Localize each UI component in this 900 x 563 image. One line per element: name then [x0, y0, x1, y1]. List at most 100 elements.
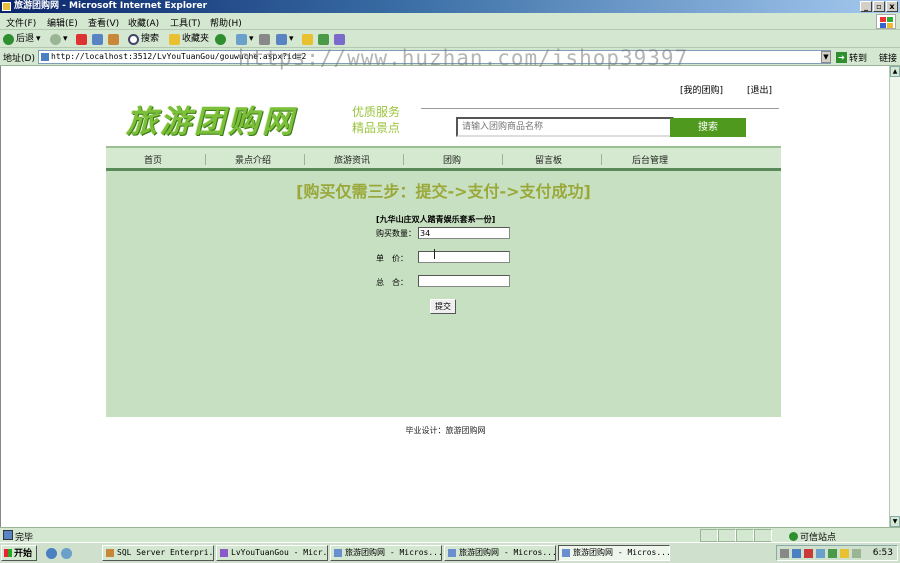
search-input[interactable] [456, 117, 674, 137]
scroll-down-button[interactable]: ▼ [890, 516, 900, 527]
desktop-quicklaunch-icon[interactable] [61, 548, 72, 559]
keyboard-icon[interactable] [780, 549, 789, 558]
task-ie-window-1[interactable]: 旅游团购网 - Micros... [330, 545, 442, 561]
menu-favorites[interactable]: 收藏(A) [128, 16, 159, 29]
media-button[interactable] [215, 33, 226, 45]
edit-icon [276, 33, 287, 45]
volume-icon[interactable] [852, 549, 861, 558]
site-header: [我的团购] [退出] 旅游团购网 优质服务 精品景点 搜索 [106, 66, 781, 146]
quantity-input[interactable] [418, 227, 510, 239]
update-icon[interactable] [840, 549, 849, 558]
ie-icon [2, 2, 11, 11]
ie-quicklaunch-icon[interactable] [46, 548, 57, 559]
minimize-button[interactable]: _ [860, 1, 872, 12]
go-label: 转到 [849, 54, 868, 64]
maximize-button[interactable]: ▫ [873, 1, 885, 12]
messenger-button[interactable] [318, 33, 329, 45]
vertical-scrollbar[interactable]: ▲ ▼ [889, 66, 900, 527]
back-button[interactable]: 后退 ▾ [3, 33, 41, 45]
site-slogan: 优质服务 精品景点 [352, 104, 400, 136]
menu-file[interactable]: 文件(F) [6, 16, 36, 29]
search-button[interactable]: 搜索 [128, 33, 159, 45]
start-button[interactable]: 开始 [1, 545, 37, 561]
site-logo[interactable]: 旅游团购网 [126, 96, 296, 141]
scroll-up-button[interactable]: ▲ [890, 66, 900, 77]
ie-icon [334, 549, 342, 557]
status-pane [754, 529, 772, 542]
toolbar: 后退 ▾ ▾ 搜索 收藏夹 ▾ ▾ [0, 30, 900, 48]
menu-help[interactable]: 帮助(H) [210, 16, 242, 29]
task-label: SQL Server Enterpri... [117, 548, 214, 557]
links-button[interactable]: 链接 [879, 51, 897, 64]
sql-server-icon [106, 549, 114, 557]
task-ie-window-2[interactable]: 旅游团购网 - Micros... [444, 545, 556, 561]
nav-attractions[interactable]: 景点介绍 [235, 153, 271, 166]
go-button[interactable]: ➔ 转到 [836, 51, 867, 64]
total-input[interactable] [418, 275, 510, 287]
nav-guestbook[interactable]: 留言板 [535, 153, 562, 166]
nav-home[interactable]: 首页 [144, 153, 162, 166]
start-label: 开始 [14, 549, 33, 559]
text-cursor-icon [434, 249, 440, 259]
product-title: [九华山庄双人踏青娱乐套系一份] [376, 215, 496, 224]
window-title-bar[interactable]: 旅游团购网 - Microsoft Internet Explorer _ ▫ … [0, 0, 900, 13]
unit-price-input[interactable] [418, 251, 510, 263]
nav-admin[interactable]: 后台管理 [632, 153, 668, 166]
favorites-button[interactable]: 收藏夹 [169, 33, 209, 45]
stop-icon [76, 33, 87, 45]
windows-flag-icon [4, 549, 12, 557]
home-button[interactable] [108, 33, 119, 45]
unit-price-label: 单 价： [376, 254, 408, 263]
my-group-link[interactable]: [我的团购] [680, 83, 723, 96]
main-nav: 首页 景点介绍 旅游资讯 团购 留言板 后台管理 [106, 146, 781, 171]
research-button[interactable] [334, 33, 345, 45]
address-label: 地址(D) [3, 54, 35, 64]
site-page: [我的团购] [退出] 旅游团购网 优质服务 精品景点 搜索 首页 景点介绍 旅… [106, 66, 781, 417]
menu-tools[interactable]: 工具(T) [170, 16, 201, 29]
refresh-icon [92, 33, 103, 45]
monitor-icon[interactable] [816, 549, 825, 558]
address-dropdown-button[interactable]: ▼ [821, 51, 831, 63]
chevron-down-icon: ▾ [289, 34, 294, 44]
messenger-icon [318, 33, 329, 45]
close-button[interactable]: x [886, 1, 898, 12]
logout-link[interactable]: [退出] [747, 83, 772, 96]
address-url: http://localhost:3512/LvYouTuanGou/gouwu… [51, 52, 307, 61]
refresh-button[interactable] [92, 33, 103, 45]
nav-divider [304, 154, 305, 165]
edit-button[interactable]: ▾ [276, 33, 294, 45]
status-pane [736, 529, 754, 542]
menu-edit[interactable]: 编辑(E) [47, 16, 78, 29]
go-arrow-icon: ➔ [836, 52, 847, 63]
task-ie-window-3[interactable]: 旅游团购网 - Micros... [558, 545, 670, 561]
clock[interactable]: 6:53 [873, 548, 893, 558]
address-bar: 地址(D) http://localhost:3512/LvYouTuanGou… [0, 48, 900, 66]
page-done-icon [3, 530, 13, 540]
address-input[interactable]: http://localhost:3512/LvYouTuanGou/gouwu… [38, 50, 831, 64]
home-icon [108, 33, 119, 45]
task-visual-studio[interactable]: LvYouTuanGou - Micr... [216, 545, 328, 561]
quantity-label: 购买数量： [376, 229, 416, 238]
history-button[interactable]: ▾ [236, 33, 254, 45]
discuss-button[interactable] [302, 33, 313, 45]
search-submit-button[interactable]: 搜索 [670, 118, 746, 137]
forward-button[interactable]: ▾ [50, 33, 68, 45]
network-icon[interactable] [792, 549, 801, 558]
task-sql-server[interactable]: SQL Server Enterpri... [102, 545, 214, 561]
print-button[interactable] [259, 33, 270, 45]
menu-view[interactable]: 查看(V) [88, 16, 119, 29]
nav-group-buy[interactable]: 团购 [443, 153, 461, 166]
security-icon[interactable] [804, 549, 813, 558]
chevron-down-icon: ▾ [36, 34, 41, 44]
status-pane [700, 529, 718, 542]
nav-travel-news[interactable]: 旅游资讯 [334, 153, 370, 166]
messenger-icon[interactable] [828, 549, 837, 558]
back-label: 后退 [16, 34, 35, 44]
ie-icon [562, 549, 570, 557]
stop-button[interactable] [76, 33, 87, 45]
submit-button[interactable]: 提交 [430, 299, 456, 314]
forward-arrow-icon [50, 33, 61, 45]
media-icon [215, 33, 226, 45]
research-icon [334, 33, 345, 45]
status-bar: 完毕 可信站点 [0, 527, 900, 543]
